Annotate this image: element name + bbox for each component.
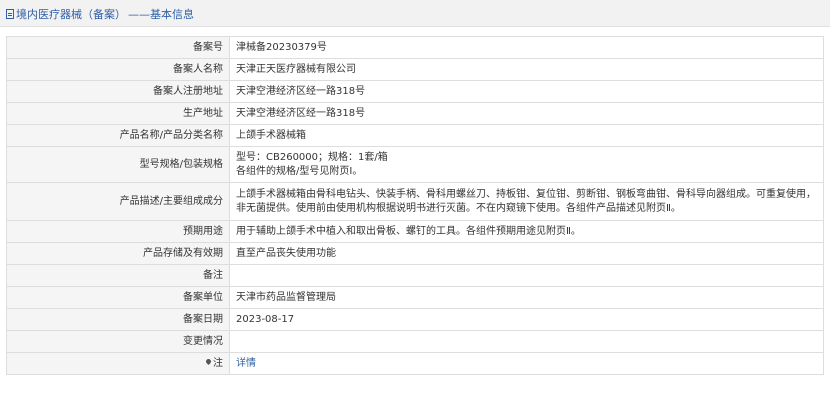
model-spec: 型号：CB260000；规格：1套/箱 各组件的规格/型号见附页Ⅰ。	[229, 146, 824, 183]
row-label: 备案人注册地址	[6, 80, 230, 103]
model-spec-line: 各组件的规格/型号见附页Ⅰ。	[236, 165, 363, 177]
table-row: 注 详情	[6, 352, 824, 375]
table-row: 备案单位 天津市药品监督管理局	[6, 286, 824, 309]
document-icon	[6, 9, 14, 19]
row-label: 产品名称/产品分类名称	[6, 124, 230, 147]
row-label: 备案号	[6, 36, 230, 59]
intended-use: 用于辅助上颌手术中植入和取出骨板、螺钉的工具。各组件预期用途见附页Ⅱ。	[229, 220, 824, 243]
row-label: 变更情况	[6, 330, 230, 353]
filing-date: 2023-08-17	[229, 308, 824, 331]
row-label: 产品描述/主要组成成分	[6, 182, 230, 221]
remarks	[229, 264, 824, 287]
table-row: 备注	[6, 264, 824, 287]
page-subtitle: ——基本信息	[128, 8, 194, 21]
page-header: 境内医疗器械（备案） ——基本信息	[0, 0, 830, 27]
row-label: 备案日期	[6, 308, 230, 331]
note-label: 注	[6, 352, 230, 375]
row-label: 备注	[6, 264, 230, 287]
table-row: 生产地址 天津空港经济区经一路318号	[6, 102, 824, 125]
production-address: 天津空港经济区经一路318号	[229, 102, 824, 125]
table-row: 型号规格/包装规格 型号：CB260000；规格：1套/箱 各组件的规格/型号见…	[6, 146, 824, 183]
record-detail-table: 备案号 津械备20230379号 备案人名称 天津正天医疗器械有限公司 备案人注…	[6, 36, 824, 375]
table-row: 产品描述/主要组成成分 上颌手术器械箱由骨科电钻头、快装手柄、骨科用螺丝刀、持板…	[6, 182, 824, 221]
details-cell: 详情	[229, 352, 824, 375]
table-row: 备案人名称 天津正天医疗器械有限公司	[6, 58, 824, 81]
record-number: 津械备20230379号	[229, 36, 824, 59]
row-label: 备案单位	[6, 286, 230, 309]
page-title-text: 境内医疗器械（备案）	[16, 8, 126, 21]
table-row: 备案人注册地址 天津空港经济区经一路318号	[6, 80, 824, 103]
product-name: 上颌手术器械箱	[229, 124, 824, 147]
product-description-line: 非无菌提供。使用前由使用机构根据说明书进行灭菌。不在内窥镜下使用。各组件产品描述…	[236, 202, 681, 214]
product-description-line: 上颌手术器械箱由骨科电钻头、快装手柄、骨科用螺丝刀、持板钳、复位钳、剪断钳、钢板…	[236, 188, 816, 200]
details-link[interactable]: 详情	[236, 358, 256, 369]
table-row: 变更情况	[6, 330, 824, 353]
table-row: 产品存储及有效期 直至产品丧失使用功能	[6, 242, 824, 265]
model-spec-line: 型号：CB260000；规格：1套/箱	[236, 151, 388, 163]
table-row: 备案号 津械备20230379号	[6, 36, 824, 59]
row-label: 型号规格/包装规格	[6, 146, 230, 183]
row-label: 备案人名称	[6, 58, 230, 81]
registrant-name: 天津正天医疗器械有限公司	[229, 58, 824, 81]
row-label: 预期用途	[6, 220, 230, 243]
table-row: 预期用途 用于辅助上颌手术中植入和取出骨板、螺钉的工具。各组件预期用途见附页Ⅱ。	[6, 220, 824, 243]
storage-validity: 直至产品丧失使用功能	[229, 242, 824, 265]
product-description: 上颌手术器械箱由骨科电钻头、快装手柄、骨科用螺丝刀、持板钳、复位钳、剪断钳、钢板…	[229, 182, 824, 221]
table-row: 备案日期 2023-08-17	[6, 308, 824, 331]
row-label: 产品存储及有效期	[6, 242, 230, 265]
filing-authority: 天津市药品监督管理局	[229, 286, 824, 309]
change-history	[229, 330, 824, 353]
row-label: 注	[213, 357, 223, 369]
page-title: 境内医疗器械（备案） ——基本信息	[6, 6, 194, 22]
registrant-address: 天津空港经济区经一路318号	[229, 80, 824, 103]
pin-icon	[204, 357, 213, 366]
row-label: 生产地址	[6, 102, 230, 125]
table-row: 产品名称/产品分类名称 上颌手术器械箱	[6, 124, 824, 147]
